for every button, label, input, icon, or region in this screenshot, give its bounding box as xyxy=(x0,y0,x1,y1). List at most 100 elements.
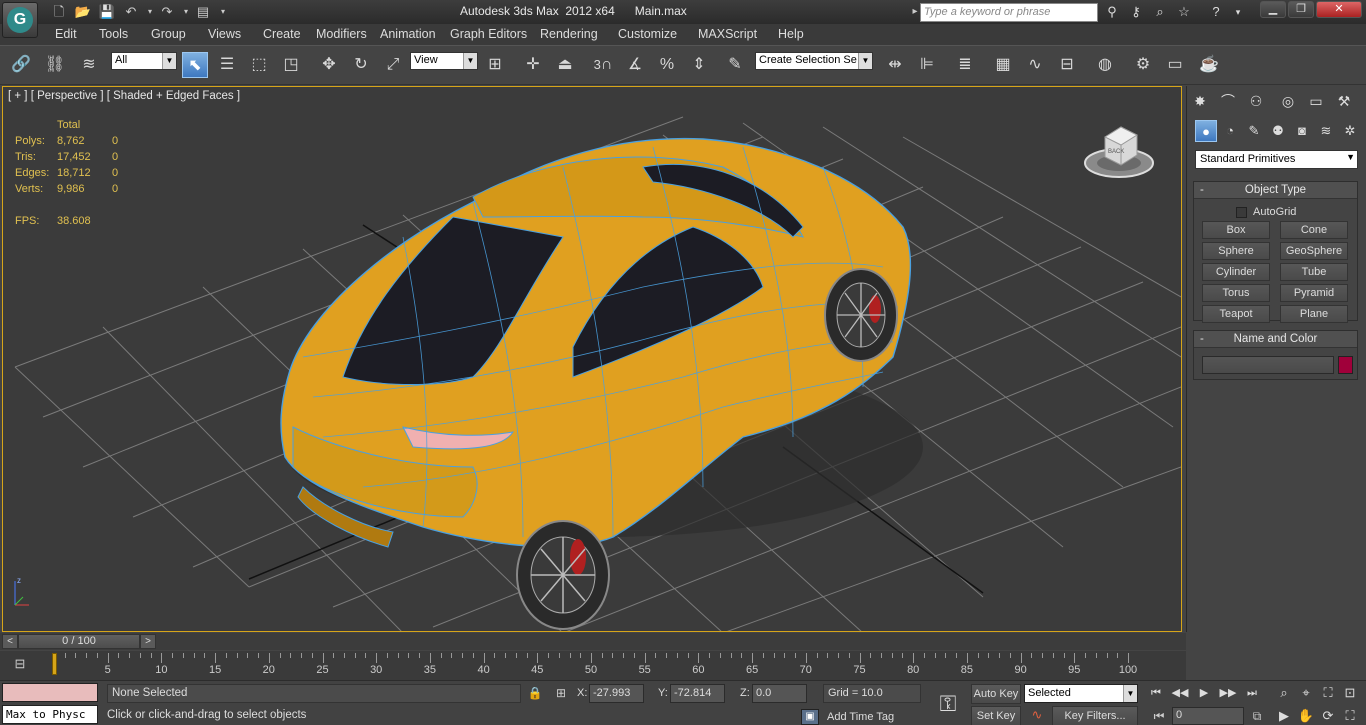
menu-customize[interactable]: Customize xyxy=(618,27,677,41)
minimize-button[interactable]: ▁ xyxy=(1260,1,1286,18)
rendered-frame-window-icon[interactable]: ▭ xyxy=(1162,52,1188,78)
next-frame-icon[interactable]: ▶▶ xyxy=(1218,684,1238,702)
add-time-tag-button[interactable]: Add Time Tag xyxy=(823,709,921,725)
curve-editor-icon[interactable]: ∿ xyxy=(1022,52,1048,78)
menu-maxscript[interactable]: MAXScript xyxy=(698,27,757,41)
key-mode-toggle-icon[interactable]: ⏮ xyxy=(1150,707,1168,725)
cameras-icon[interactable]: ⚉ xyxy=(1267,120,1289,142)
pan-view-icon[interactable]: ✋ xyxy=(1296,707,1316,725)
subscription-key-icon[interactable]: ⚷ xyxy=(1126,3,1146,21)
window-crossing-icon[interactable]: ◳ xyxy=(278,52,304,78)
selection-lock-icon[interactable]: 🔒 xyxy=(526,684,544,702)
snaps-toggle-icon[interactable]: 3∩ xyxy=(590,52,616,78)
shapes-icon[interactable]: ◔ xyxy=(1219,120,1241,142)
maximize-button[interactable]: ❐ xyxy=(1288,1,1314,18)
play-icon[interactable]: ▶ xyxy=(1194,684,1214,702)
open-mini-curve-editor-icon[interactable]: ⊟ xyxy=(10,656,30,674)
geometry-icon[interactable]: ● xyxy=(1195,120,1217,142)
track-bar[interactable]: ⊟ 5 10 15 20 25 30 35 40 45 50 55 60 65 70 75 80 85 90 95 1… xyxy=(0,651,1186,680)
unlink-selection-icon[interactable]: ⛓ xyxy=(42,52,68,78)
select-and-link-icon[interactable]: 🔗 xyxy=(8,52,34,78)
bind-to-space-warp-icon[interactable]: ≋ xyxy=(76,52,102,78)
select-and-manipulate-icon[interactable]: ✛ xyxy=(520,52,546,78)
new-file-icon[interactable]: 🗋 xyxy=(50,3,68,20)
rectangular-selection-icon[interactable]: ⬚ xyxy=(246,52,272,78)
maxscript-mini-listener[interactable]: Max to Physc xyxy=(2,705,98,724)
redo-dropdown-icon[interactable]: ▾ xyxy=(177,3,195,20)
object-type-header[interactable]: - Object Type xyxy=(1194,182,1357,199)
key-filters-button[interactable]: Key Filters... xyxy=(1052,706,1138,725)
tube-button[interactable]: Tube xyxy=(1280,263,1348,281)
menu-help[interactable]: Help xyxy=(778,27,804,41)
zoom-extents-icon[interactable]: ⛶ xyxy=(1318,684,1338,702)
menu-edit[interactable]: Edit xyxy=(55,27,77,41)
go-to-end-icon[interactable]: ⏭ xyxy=(1242,684,1262,702)
zoom-icon[interactable]: ⌕ xyxy=(1274,684,1294,702)
track-ruler[interactable]: 5 10 15 20 25 30 35 40 45 50 55 60 65 70 75 80 85 90 95 100 xyxy=(52,651,1138,680)
autogrid-checkbox[interactable]: AutoGrid xyxy=(1236,206,1296,218)
material-editor-icon[interactable]: ◍ xyxy=(1092,52,1118,78)
project-folder-icon[interactable]: ▤ xyxy=(194,3,212,20)
edit-named-selection-icon[interactable]: ✎ xyxy=(722,52,748,78)
auto-key-button[interactable]: Auto Key xyxy=(971,684,1021,704)
align-icon[interactable]: ⊫ xyxy=(914,52,940,78)
help-icon[interactable]: ? xyxy=(1206,3,1226,21)
helpers-icon[interactable]: ◙ xyxy=(1291,120,1313,142)
named-selection-set-dropdown[interactable]: Create Selection Se ▼ xyxy=(755,52,873,70)
select-object-icon[interactable]: ⬉ xyxy=(182,52,208,78)
maxscript-listener-pane[interactable] xyxy=(2,683,98,702)
viewport-label[interactable]: [ + ] [ Perspective ] [ Shaded + Edged F… xyxy=(8,90,240,102)
application-button[interactable]: G xyxy=(2,2,38,38)
x-coord-field[interactable]: -27.993 xyxy=(589,684,644,703)
cylinder-button[interactable]: Cylinder xyxy=(1202,263,1270,281)
sphere-button[interactable]: Sphere xyxy=(1202,242,1270,260)
geosphere-button[interactable]: GeoSphere xyxy=(1280,242,1348,260)
viewcube[interactable]: BACK xyxy=(1083,117,1155,181)
box-button[interactable]: Box xyxy=(1202,221,1270,239)
systems-icon[interactable]: ✲ xyxy=(1339,120,1361,142)
spinner-snap-icon[interactable]: ⇕ xyxy=(686,52,712,78)
default-in-out-tangent-icon[interactable]: ∿ xyxy=(1026,707,1048,725)
name-and-color-header[interactable]: - Name and Color xyxy=(1194,331,1357,348)
undo-icon[interactable]: ↶ xyxy=(122,3,140,20)
plane-button[interactable]: Plane xyxy=(1280,305,1348,323)
select-by-name-icon[interactable]: ☰ xyxy=(214,52,240,78)
torus-button[interactable]: Torus xyxy=(1202,284,1270,302)
lights-icon[interactable]: ✎ xyxy=(1243,120,1265,142)
previous-frame-icon[interactable]: ◀◀ xyxy=(1170,684,1190,702)
undo-dropdown-icon[interactable]: ▾ xyxy=(141,3,159,20)
menu-views[interactable]: Views xyxy=(208,27,241,41)
select-and-scale-icon[interactable]: ⤢ xyxy=(380,52,406,78)
motion-tab-icon[interactable]: ◎ xyxy=(1277,90,1299,112)
quick-access-dropdown-icon[interactable]: ▾ xyxy=(214,3,232,20)
perspective-viewport[interactable]: [ + ] [ Perspective ] [ Shaded + Edged F… xyxy=(2,86,1182,632)
save-file-icon[interactable]: 💾 xyxy=(98,3,116,20)
time-tag-icon[interactable]: ▣ xyxy=(801,709,819,725)
render-production-teapot-icon[interactable]: ☕ xyxy=(1196,52,1222,78)
redo-icon[interactable]: ↷ xyxy=(158,3,176,20)
time-slider-next-button[interactable]: > xyxy=(140,634,156,649)
select-and-rotate-icon[interactable]: ↻ xyxy=(348,52,374,78)
object-name-field[interactable] xyxy=(1202,356,1334,374)
time-configuration-icon[interactable]: ⧉ xyxy=(1248,707,1266,725)
absolute-mode-transform-icon[interactable]: ⊞ xyxy=(552,684,570,702)
selection-filter-dropdown[interactable]: All ▼ xyxy=(111,52,177,70)
open-file-icon[interactable]: 📂 xyxy=(74,3,92,20)
menu-modifiers[interactable]: Modifiers xyxy=(316,27,367,41)
cone-button[interactable]: Cone xyxy=(1280,221,1348,239)
current-frame-field[interactable]: 0 xyxy=(1172,707,1244,725)
menu-graph-editors[interactable]: Graph Editors xyxy=(450,27,527,41)
select-and-move-icon[interactable]: ✥ xyxy=(316,52,342,78)
orbit-icon[interactable]: ⟳ xyxy=(1318,707,1338,725)
menu-tools[interactable]: Tools xyxy=(99,27,128,41)
communication-center-icon[interactable]: ⌕ xyxy=(1150,3,1170,21)
current-frame-marker[interactable] xyxy=(52,653,57,675)
display-tab-icon[interactable]: ▭ xyxy=(1305,90,1327,112)
time-slider-thumb[interactable]: 0 / 100 xyxy=(18,634,140,649)
graphite-modeling-tools-icon[interactable]: ▦ xyxy=(990,52,1016,78)
schematic-view-icon[interactable]: ⊟ xyxy=(1054,52,1080,78)
key-mode-selection-dropdown[interactable]: Selected ▼ xyxy=(1024,684,1138,703)
go-to-start-icon[interactable]: ⏮ xyxy=(1146,684,1166,702)
keyboard-shortcut-override-icon[interactable]: ⏏ xyxy=(552,52,578,78)
menu-create[interactable]: Create xyxy=(263,27,301,41)
